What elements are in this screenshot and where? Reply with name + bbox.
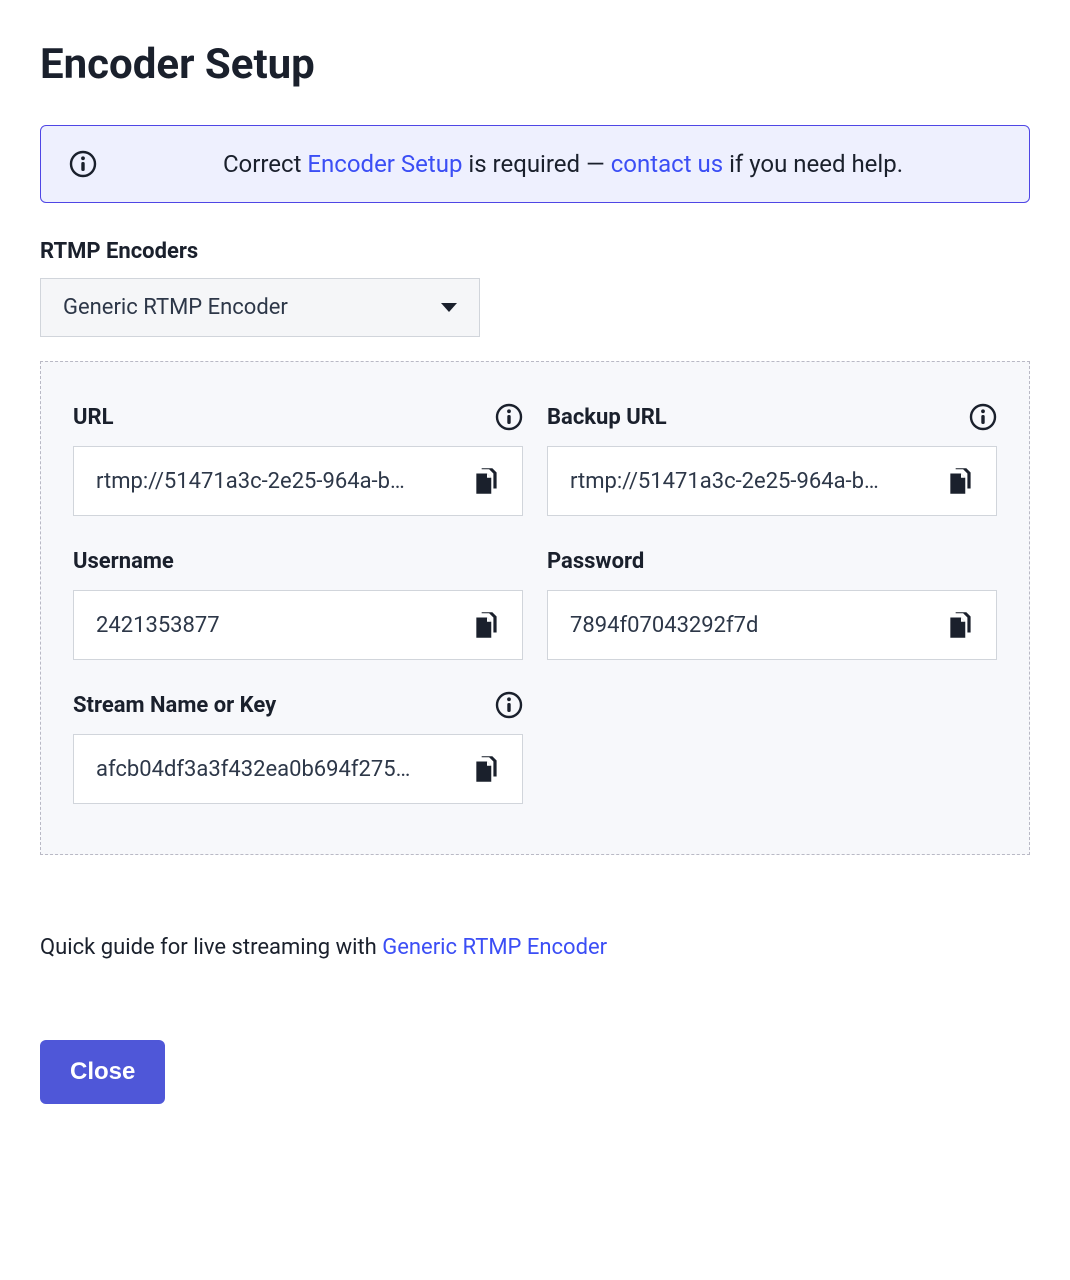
copy-icon (472, 753, 502, 785)
guide-prefix: Quick guide for live streaming with (40, 935, 382, 960)
field-username: Username 2421353877 (73, 546, 523, 660)
copy-backup-url-button[interactable] (942, 461, 980, 501)
alert-middle: is required — (462, 150, 610, 178)
copy-stream-key-button[interactable] (468, 749, 506, 789)
backup-url-label: Backup URL (547, 405, 667, 430)
guide-link[interactable]: Generic RTMP Encoder (382, 935, 607, 960)
field-url: URL rtmp://51471a3c-2e25-964a-b… (73, 402, 523, 516)
copy-icon (946, 609, 976, 641)
info-icon (69, 150, 97, 178)
copy-icon (946, 465, 976, 497)
info-icon[interactable] (495, 403, 523, 431)
password-value: 7894f07043292f7d (570, 613, 942, 638)
url-input: rtmp://51471a3c-2e25-964a-b… (73, 446, 523, 516)
username-label: Username (73, 549, 174, 574)
copy-password-button[interactable] (942, 605, 980, 645)
backup-url-value: rtmp://51471a3c-2e25-964a-b… (570, 469, 942, 494)
stream-key-label: Stream Name or Key (73, 693, 276, 718)
password-label: Password (547, 549, 644, 574)
field-password: Password 7894f07043292f7d (547, 546, 997, 660)
username-value: 2421353877 (96, 613, 468, 638)
username-input: 2421353877 (73, 590, 523, 660)
alert-text: Correct Encoder Setup is required — cont… (125, 150, 1001, 178)
rtmp-encoder-select[interactable]: Generic RTMP Encoder (40, 278, 480, 337)
copy-icon (472, 609, 502, 641)
backup-url-input: rtmp://51471a3c-2e25-964a-b… (547, 446, 997, 516)
close-button[interactable]: Close (40, 1040, 165, 1104)
copy-icon (472, 465, 502, 497)
copy-url-button[interactable] (468, 461, 506, 501)
url-label: URL (73, 405, 114, 430)
password-input: 7894f07043292f7d (547, 590, 997, 660)
stream-key-value: afcb04df3a3f432ea0b694f275… (96, 757, 468, 782)
alert-prefix: Correct (223, 150, 307, 178)
rtmp-encoders-label: RTMP Encoders (40, 239, 1030, 264)
quick-guide-text: Quick guide for live streaming with Gene… (40, 935, 1030, 960)
encoder-fields-panel: URL rtmp://51471a3c-2e25-964a-b… Backup … (40, 361, 1030, 855)
alert-suffix: if you need help. (723, 150, 903, 178)
rtmp-encoder-value: Generic RTMP Encoder (63, 295, 288, 320)
setup-alert: Correct Encoder Setup is required — cont… (40, 125, 1030, 203)
chevron-down-icon (441, 303, 457, 312)
encoder-setup-link[interactable]: Encoder Setup (307, 150, 462, 178)
info-icon[interactable] (969, 403, 997, 431)
contact-us-link[interactable]: contact us (611, 150, 723, 178)
info-icon[interactable] (495, 691, 523, 719)
copy-username-button[interactable] (468, 605, 506, 645)
field-backup-url: Backup URL rtmp://51471a3c-2e25-964a-b… (547, 402, 997, 516)
stream-key-input: afcb04df3a3f432ea0b694f275… (73, 734, 523, 804)
field-stream-key: Stream Name or Key afcb04df3a3f432ea0b69… (73, 690, 523, 804)
url-value: rtmp://51471a3c-2e25-964a-b… (96, 469, 468, 494)
page-title: Encoder Setup (40, 40, 1030, 89)
